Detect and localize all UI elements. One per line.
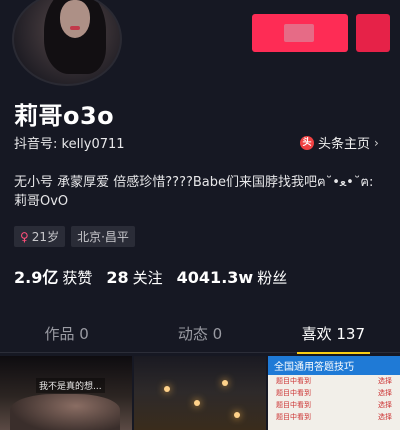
following-label: 关注 — [132, 269, 163, 287]
avatar[interactable] — [12, 0, 122, 86]
thumbnail-row: 题目中看到 选择 — [276, 389, 392, 397]
more-button[interactable] — [356, 14, 390, 52]
toutiao-homepage-link[interactable]: 头 头条主页 › — [300, 133, 379, 152]
liked-videos-grid: 我不是真的想... 全国通用答题技巧 题目中看到 选择 题目中看到 选择 题目中看到… — [0, 356, 400, 430]
female-icon: ♀ — [20, 229, 29, 244]
toutiao-icon: 头 — [300, 135, 314, 150]
profile-tabs: 作品 0 动态 0 喜欢 137 — [0, 318, 400, 354]
following-count: 28 — [106, 268, 129, 287]
bio-line-2: 莉哥OvO — [14, 194, 69, 209]
video-thumbnail[interactable]: 我不是真的想... — [0, 356, 132, 430]
avatar-lips — [70, 26, 80, 30]
thumbnail-row: 题目中看到 选择 — [276, 377, 392, 385]
age-tag: ♀ 21岁 — [14, 226, 66, 247]
bio-line-1: 无小号 承蒙厚爱 倍感珍惜????Babe们来国脖找我吧ฅ˘•ﻌ•˘ฅ: — [14, 175, 374, 190]
followers-stat[interactable]: 4041.3w 粉丝 — [177, 267, 288, 288]
toutiao-link-label: 头条主页 — [318, 137, 371, 152]
profile-stats: 2.9亿 获赞 28 关注 4041.3w 粉丝 — [14, 264, 287, 288]
following-stat[interactable]: 28 关注 — [106, 267, 162, 288]
tab-updates[interactable]: 动态 0 — [133, 318, 266, 352]
video-thumbnail[interactable] — [134, 356, 266, 430]
age-label: 21岁 — [31, 230, 60, 244]
street-light — [222, 380, 228, 386]
likes-count: 2.9亿 — [14, 268, 59, 287]
douyin-id: 抖音号: kelly0711 — [14, 137, 125, 152]
street-light — [164, 386, 170, 392]
followers-label: 粉丝 — [257, 269, 288, 287]
street-light — [194, 400, 200, 406]
thumbnail-caption: 我不是真的想... — [36, 378, 105, 393]
profile-username: 莉哥o3o — [14, 102, 115, 130]
thumbnail-figure — [10, 394, 120, 430]
location-tag: 北京·昌平 — [71, 226, 135, 247]
chevron-right-icon: › — [374, 135, 379, 150]
tab-works[interactable]: 作品 0 — [0, 318, 133, 352]
thumbnail-row: 题目中看到 选择 — [276, 401, 392, 409]
street-light — [234, 412, 240, 418]
video-thumbnail[interactable]: 全国通用答题技巧 题目中看到 选择 题目中看到 选择 题目中看到 选择 题目中看到 选择 — [268, 356, 400, 430]
follow-button[interactable] — [252, 14, 348, 52]
tab-likes[interactable]: 喜欢 137 — [267, 318, 400, 354]
avatar-face — [60, 0, 90, 38]
likes-stat: 2.9亿 获赞 — [14, 264, 92, 288]
location-label: 北京·昌平 — [77, 230, 129, 244]
likes-label: 获赞 — [62, 269, 93, 287]
profile-bio: 无小号 承蒙厚爱 倍感珍惜????Babe们来国脖找我吧ฅ˘•ﻌ•˘ฅ: 莉哥O… — [14, 173, 386, 211]
follow-button-blurred-label — [284, 24, 314, 42]
thumbnail-header: 全国通用答题技巧 — [268, 356, 400, 375]
profile-tags: ♀ 21岁 北京·昌平 — [14, 226, 135, 247]
thumbnail-row: 题目中看到 选择 — [276, 413, 392, 421]
followers-count: 4041.3w — [176, 268, 254, 287]
